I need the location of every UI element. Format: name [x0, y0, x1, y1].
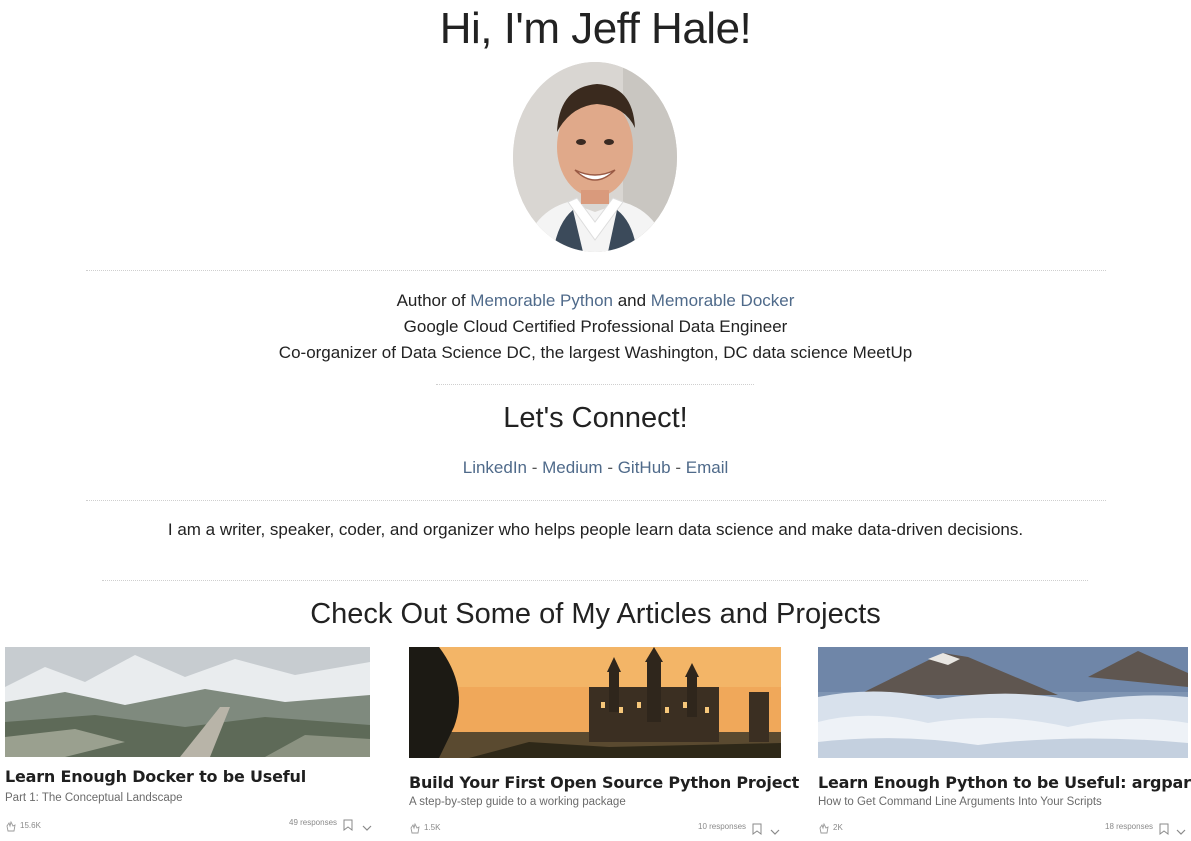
social-links: LinkedIn - Medium - GitHub - Email [0, 458, 1191, 478]
clap-icon[interactable] [5, 820, 17, 832]
article-card-argparse[interactable]: Learn Enough Python to be Useful: argpar… [818, 647, 1191, 840]
avatar [513, 62, 677, 252]
bio-organizer: Co-organizer of Data Science DC, the lar… [278, 343, 913, 362]
clap-count[interactable]: 1.5K [409, 822, 440, 834]
article-title[interactable]: Build Your First Open Source Python Proj… [409, 773, 799, 792]
github-link[interactable]: GitHub [618, 458, 671, 477]
article-title[interactable]: Learn Enough Python to be Useful: argpar… [818, 773, 1191, 792]
connect-heading: Let's Connect! [503, 402, 688, 434]
response-count[interactable]: 10 responses [698, 822, 746, 831]
memorable-python-link[interactable]: Memorable Python [470, 291, 613, 310]
articles-heading: Check Out Some of My Articles and Projec… [310, 598, 881, 630]
divider [86, 500, 1106, 501]
article-title[interactable]: Learn Enough Docker to be Useful [5, 767, 306, 786]
response-count-value: 49 responses [289, 818, 338, 827]
article-subtitle: A step-by-step guide to a working packag… [409, 796, 626, 808]
link-separator: - [527, 458, 543, 477]
divider [436, 384, 754, 385]
article-subtitle: Part 1: The Conceptual Landscape [5, 792, 183, 804]
divider [86, 270, 1106, 271]
email-link[interactable]: Email [686, 458, 729, 477]
bio-author-prefix: Author of [396, 291, 471, 310]
page-title: Hi, I'm Jeff Hale! [439, 4, 752, 53]
memorable-docker-link[interactable]: Memorable Docker [651, 291, 795, 310]
chevron-down-icon[interactable] [362, 819, 372, 837]
bio-and-text: and [612, 291, 651, 310]
about-text: I am a writer, speaker, coder, and organ… [167, 520, 1024, 539]
response-count-value: 18 responses [1105, 822, 1154, 831]
clap-count-value: 1.5K [424, 823, 441, 833]
response-count[interactable]: 49 responses [289, 818, 337, 827]
bookmark-icon[interactable] [343, 818, 353, 836]
medium-link[interactable]: Medium [542, 458, 602, 477]
article-thumbnail[interactable] [818, 647, 1188, 758]
response-count-value: 10 responses [698, 822, 747, 831]
chevron-down-icon[interactable] [770, 823, 780, 841]
clap-count[interactable]: 15.6K [5, 820, 41, 832]
clap-count[interactable]: 2K [818, 822, 843, 834]
article-card-python-project[interactable]: Build Your First Open Source Python Proj… [409, 647, 799, 840]
clap-count-value: 2K [833, 823, 843, 833]
link-separator: - [670, 458, 686, 477]
bio: Author of Memorable Python and Memorable… [0, 288, 1191, 366]
article-subtitle: How to Get Command Line Arguments Into Y… [818, 796, 1102, 808]
clap-count-value: 15.6K [20, 821, 41, 831]
bio-author-line: Author of Memorable Python and Memorable… [0, 288, 1191, 314]
clap-icon[interactable] [818, 822, 830, 834]
bookmark-icon[interactable] [1159, 822, 1169, 840]
linkedin-link[interactable]: LinkedIn [463, 458, 527, 477]
link-separator: - [602, 458, 618, 477]
clap-icon[interactable] [409, 822, 421, 834]
article-thumbnail[interactable] [409, 647, 781, 758]
article-card-docker[interactable]: Learn Enough Docker to be Useful Part 1:… [5, 647, 372, 837]
bio-certification: Google Cloud Certified Professional Data… [403, 317, 788, 336]
divider [102, 580, 1088, 581]
article-thumbnail[interactable] [5, 647, 370, 757]
chevron-down-icon[interactable] [1176, 823, 1186, 841]
response-count[interactable]: 18 responses [1105, 822, 1153, 831]
bookmark-icon[interactable] [752, 822, 762, 840]
